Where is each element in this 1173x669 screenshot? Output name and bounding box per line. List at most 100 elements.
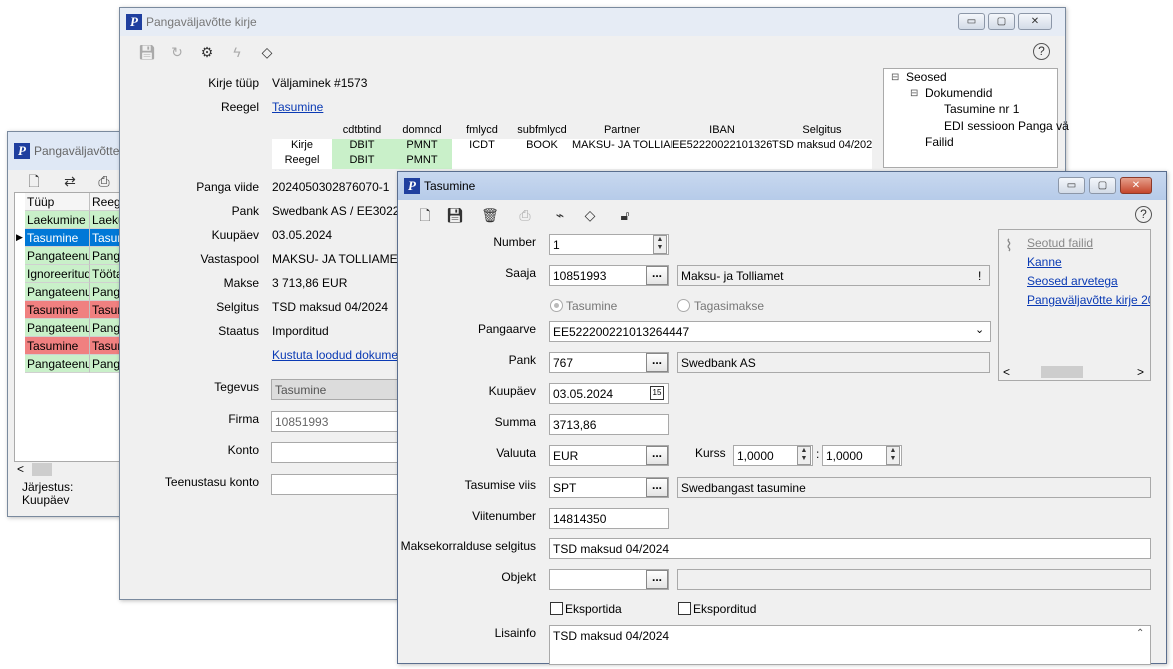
- save-icon[interactable]: 💾︎: [445, 206, 465, 224]
- currency-lookup-button[interactable]: ...: [646, 446, 668, 465]
- payment-method-name: Swedbangast tasumine: [677, 477, 1151, 498]
- rule-link[interactable]: Tasumine: [272, 100, 323, 114]
- scroll-thumb[interactable]: [1041, 366, 1083, 378]
- statement-entry-link[interactable]: Pangaväljavõtte kirje 2024: [1027, 293, 1150, 307]
- tree-files[interactable]: Failid: [925, 135, 954, 149]
- title-bar: P Pangaväljavõtte: [8, 132, 136, 170]
- print-icon[interactable]: ⎙: [94, 172, 114, 190]
- export-label: Eksportida: [565, 602, 622, 616]
- new-document-icon[interactable]: 🗋: [415, 206, 435, 224]
- refresh-icon[interactable]: ⇄: [60, 172, 80, 190]
- tree-documents[interactable]: Dokumendid: [925, 86, 992, 100]
- fee-account-input[interactable]: [271, 474, 411, 495]
- minimize-button[interactable]: ▭: [1058, 177, 1085, 194]
- tree-item-payment[interactable]: Tasumine nr 1: [944, 102, 1019, 116]
- tree-root[interactable]: Seosed: [906, 70, 947, 84]
- bank-lookup-button[interactable]: ...: [646, 353, 668, 372]
- scroll-right-icon[interactable]: >: [1137, 365, 1144, 379]
- status-label: Staatus: [218, 324, 259, 338]
- print-icon[interactable]: ⎙: [515, 206, 535, 224]
- maximize-button[interactable]: ▢: [1089, 177, 1116, 194]
- amount-input[interactable]: 3713,86: [549, 414, 669, 435]
- exported-checkbox[interactable]: [678, 602, 691, 615]
- bank-label: Pank: [231, 204, 259, 218]
- table-row[interactable]: Pangateenu: [25, 355, 90, 373]
- export-checkbox[interactable]: [550, 602, 563, 615]
- help-icon[interactable]: ?: [1135, 206, 1152, 223]
- scroll-left-icon[interactable]: <: [17, 462, 24, 476]
- table-row[interactable]: Tasumine: [25, 337, 90, 355]
- table-row[interactable]: Tasumine: [25, 229, 90, 247]
- h-scrollbar[interactable]: < >: [999, 364, 1150, 380]
- tree-collapse-icon[interactable]: ⊟: [891, 72, 899, 83]
- number-input[interactable]: 1: [549, 234, 669, 255]
- bank-account-select[interactable]: EE522200221013264447: [549, 321, 991, 342]
- lock-icon[interactable]: 🔓︎: [615, 206, 635, 224]
- table-row[interactable]: Pangateenu: [25, 319, 90, 337]
- save-icon[interactable]: 💾︎: [137, 43, 157, 61]
- lightning-icon[interactable]: ϟ: [227, 43, 247, 61]
- object-lookup-button[interactable]: ...: [646, 570, 668, 589]
- additional-info-textarea[interactable]: TSD maksud 04/2024: [549, 625, 1151, 665]
- table-row[interactable]: Pangateenu: [25, 283, 90, 301]
- rate-spinner-1[interactable]: ▲ ▼: [797, 446, 811, 465]
- exported-label: Eksporditud: [693, 602, 757, 616]
- close-button[interactable]: ✕: [1018, 13, 1052, 30]
- table-row[interactable]: Pangateenu: [25, 247, 90, 265]
- grid-cell: PMNT: [392, 154, 452, 169]
- close-button[interactable]: ✕: [1120, 177, 1152, 194]
- tag-icon[interactable]: ◇: [580, 206, 600, 224]
- company-input[interactable]: 10851993: [271, 411, 411, 432]
- number-label: Number: [493, 235, 536, 249]
- grid-header: Partner: [603, 124, 641, 136]
- invoice-relations-link[interactable]: Seosed arvetega: [1027, 274, 1118, 288]
- payment-order-desc-input[interactable]: TSD maksud 04/2024: [549, 538, 1151, 559]
- related-files-link[interactable]: Seotud failid: [1027, 236, 1093, 250]
- rate-spinner-2[interactable]: ▲ ▼: [886, 446, 900, 465]
- counterparty-value: MAKSU- JA TOLLIAMET /: [272, 252, 412, 266]
- minimize-button[interactable]: ▭: [958, 13, 985, 30]
- refresh-icon[interactable]: ↻: [167, 43, 187, 61]
- tag-icon[interactable]: ◇: [257, 43, 277, 61]
- entry-link[interactable]: Kanne: [1027, 255, 1062, 269]
- scroll-up-icon[interactable]: ⌃: [1136, 628, 1144, 639]
- account-label: Konto: [227, 443, 259, 457]
- account-input[interactable]: [271, 442, 411, 463]
- help-icon[interactable]: ?: [1033, 43, 1050, 60]
- payment-order-desc-label: Maksekorralduse selgitus: [400, 539, 536, 553]
- attach-icon[interactable]: ⌁: [550, 206, 570, 224]
- payment-method-lookup-button[interactable]: ...: [646, 478, 668, 497]
- table-row[interactable]: Ignoreeritud: [25, 265, 90, 283]
- app-logo-icon: P: [404, 178, 420, 194]
- payee-lookup-button[interactable]: ...: [646, 266, 668, 285]
- grid-cell: TSD maksud 04/2024: [772, 139, 872, 154]
- number-spinner[interactable]: ▲ ▼: [653, 235, 667, 254]
- window-title: Tasumine: [424, 179, 476, 193]
- grid-header[interactable]: Tüüp: [25, 193, 90, 211]
- bank-ref-value: 2024050302876070-1: [272, 180, 390, 194]
- maximize-button[interactable]: ▢: [988, 13, 1015, 30]
- grid-cell: EE522200221013264447: [672, 139, 772, 154]
- new-document-icon[interactable]: 🗋: [24, 172, 44, 190]
- grid-cell: [572, 154, 672, 169]
- table-row[interactable]: Laekumine: [25, 211, 90, 229]
- grid-cell: DBIT: [332, 154, 392, 169]
- gear-icon[interactable]: ⚙: [197, 43, 217, 61]
- company-label: Firma: [228, 412, 259, 426]
- tree-collapse-icon[interactable]: ⊟: [910, 88, 918, 99]
- scroll-left-icon[interactable]: <: [1003, 365, 1010, 379]
- delete-icon[interactable]: 🗑︎: [480, 206, 500, 224]
- reference-number-input[interactable]: 14814350: [549, 508, 669, 529]
- bank-value: Swedbank AS / EE302200: [272, 204, 413, 218]
- table-row[interactable]: Tasumine: [25, 301, 90, 319]
- radio-payment[interactable]: [550, 299, 563, 312]
- grid-cell: MAKSU- JA TOLLIAMET: [572, 139, 672, 154]
- rule-label: Reegel: [220, 100, 259, 114]
- calendar-icon[interactable]: 15: [650, 386, 664, 400]
- grid-cell: [772, 154, 872, 169]
- chevron-down-icon[interactable]: ⌄: [975, 323, 984, 336]
- action-select[interactable]: Tasumine: [271, 379, 411, 400]
- tree-item-edi[interactable]: EDI sessioon Panga vä: [944, 119, 1069, 133]
- radio-refund[interactable]: [677, 299, 690, 312]
- scroll-thumb[interactable]: [32, 463, 52, 476]
